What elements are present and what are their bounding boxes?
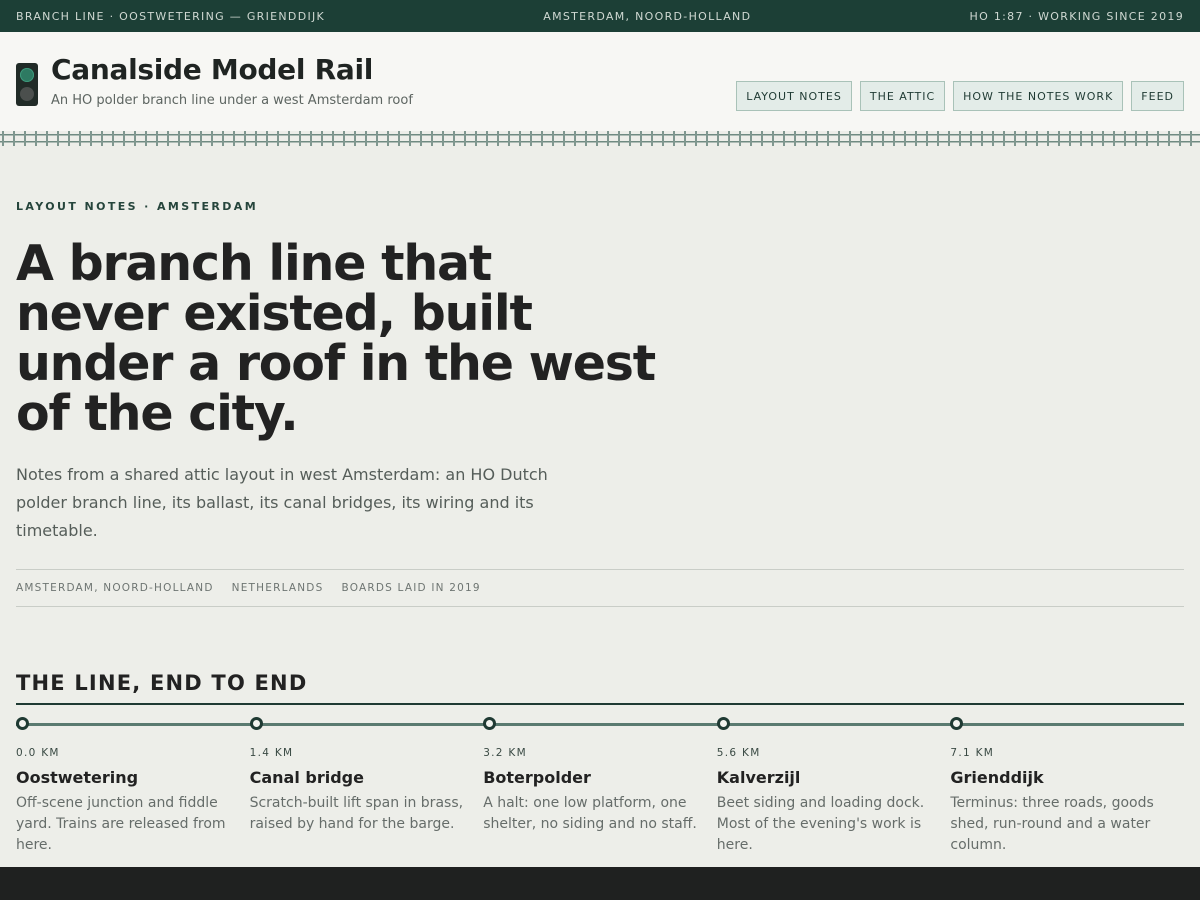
station-description: Off-scene junction and fiddle yard. Trai… bbox=[16, 795, 226, 853]
station-km: 0.0 KM bbox=[16, 747, 60, 759]
station-name: Canal bridge bbox=[249, 768, 364, 787]
station-marker-icon bbox=[950, 717, 964, 730]
station-marker-icon bbox=[249, 717, 263, 730]
green-lamp-icon bbox=[20, 68, 34, 82]
site-subtitle: An HO polder branch line under a west Am… bbox=[51, 93, 413, 108]
station-marker-icon bbox=[16, 717, 29, 730]
signal-lamp-icon bbox=[16, 63, 38, 106]
station-description: Beet siding and loading dock. Most of th… bbox=[716, 795, 925, 853]
location-label: AMSTERDAM, NOORD-HOLLAND bbox=[543, 9, 752, 23]
meta-country: NETHERLANDS bbox=[231, 582, 324, 594]
site-footer bbox=[0, 867, 1200, 900]
nav-layout-notes[interactable]: LAYOUT NOTES bbox=[736, 81, 852, 111]
station-canal-bridge: 1.4 KM Canal bridge Scratch-built lift s… bbox=[250, 747, 484, 856]
main-content: LAYOUT NOTES · AMSTERDAM A branch line t… bbox=[0, 200, 1200, 856]
nav-the-attic[interactable]: THE ATTIC bbox=[859, 81, 946, 111]
meta-year: BOARDS LAID IN 2019 bbox=[341, 582, 481, 594]
station-name: Boterpolder bbox=[483, 768, 591, 787]
station-marker-icon bbox=[716, 717, 730, 730]
main-nav: LAYOUT NOTES THE ATTIC HOW THE NOTES WOR… bbox=[736, 81, 1184, 111]
page-headline: A branch line that never existed, built … bbox=[16, 235, 656, 442]
site-title[interactable]: Canalside Model Rail bbox=[51, 56, 413, 84]
station-grienddijk: 7.1 KM Grienddijk Terminus: three roads,… bbox=[950, 747, 1184, 856]
station-marker-icon bbox=[483, 717, 497, 730]
station-kalverzijl: 5.6 KM Kalverzijl Beet siding and loadin… bbox=[717, 747, 951, 856]
track-divider bbox=[0, 131, 1200, 146]
line-diagram bbox=[16, 705, 1184, 747]
unlit-lamp-icon bbox=[20, 87, 34, 101]
station-description: Scratch-built lift span in brass, raised… bbox=[249, 795, 464, 832]
station-description: A halt: one low platform, one shelter, n… bbox=[483, 795, 697, 832]
meta-strip: AMSTERDAM, NOORD-HOLLAND NETHERLANDS BOA… bbox=[16, 569, 1184, 607]
nav-how-the-notes-work[interactable]: HOW THE NOTES WORK bbox=[953, 81, 1124, 111]
route-label: BRANCH LINE · OOSTWETERING — GRIENDDIJK bbox=[16, 9, 326, 23]
top-bar: BRANCH LINE · OOSTWETERING — GRIENDDIJK … bbox=[0, 0, 1200, 32]
station-description: Terminus: three roads, goods shed, run-r… bbox=[950, 795, 1154, 853]
station-name: Oostwetering bbox=[16, 768, 139, 787]
station-km: 3.2 KM bbox=[483, 747, 527, 759]
station-name: Grienddijk bbox=[950, 768, 1044, 787]
station-oostwetering: 0.0 KM Oostwetering Off-scene junction a… bbox=[16, 747, 250, 856]
station-km: 7.1 KM bbox=[950, 747, 995, 759]
track-line bbox=[16, 723, 1184, 726]
station-list: 0.0 KM Oostwetering Off-scene junction a… bbox=[16, 747, 1184, 856]
intro-paragraph: Notes from a shared attic layout in west… bbox=[16, 465, 548, 540]
station-boterpolder: 3.2 KM Boterpolder A halt: one low platf… bbox=[483, 747, 717, 856]
section-kicker: LAYOUT NOTES · AMSTERDAM bbox=[16, 200, 259, 213]
station-km: 5.6 KM bbox=[716, 747, 761, 759]
brand[interactable]: Canalside Model Rail An HO polder branch… bbox=[16, 56, 413, 108]
nav-feed[interactable]: FEED bbox=[1131, 81, 1184, 111]
station-km: 1.4 KM bbox=[249, 747, 294, 759]
site-header: Canalside Model Rail An HO polder branch… bbox=[0, 32, 1200, 131]
station-name: Kalverzijl bbox=[716, 768, 801, 787]
scale-label: HO 1:87 · WORKING SINCE 2019 bbox=[969, 9, 1184, 23]
meta-city: AMSTERDAM, NOORD-HOLLAND bbox=[16, 582, 214, 594]
line-section-title: THE LINE, END TO END bbox=[16, 671, 1184, 705]
rail-track-icon bbox=[0, 131, 1200, 146]
